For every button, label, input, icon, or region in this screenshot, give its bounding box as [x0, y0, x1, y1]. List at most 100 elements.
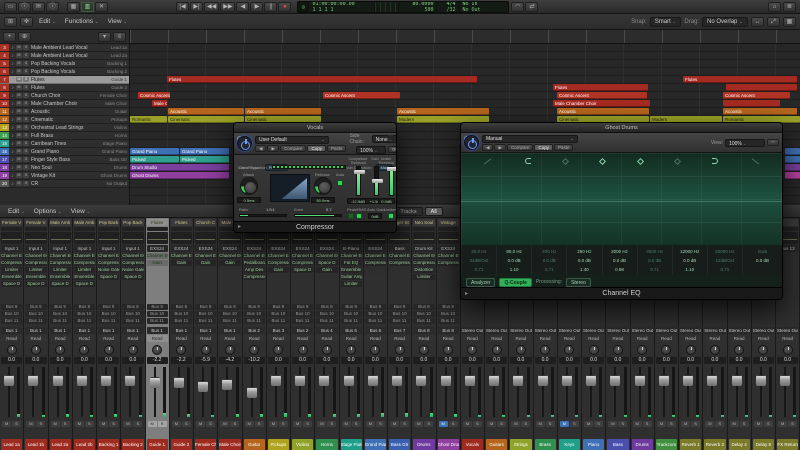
strip-eq-thumbnail[interactable] [243, 232, 265, 244]
fader-cap[interactable] [464, 374, 475, 386]
strip-setting-button[interactable]: Pop Back [98, 219, 120, 226]
fader-cap[interactable] [343, 374, 354, 386]
strip-output-slot[interactable]: Stereo Out [534, 327, 556, 334]
region[interactable] [785, 148, 800, 155]
arrange-menu[interactable]: View [105, 17, 131, 26]
eq-graph[interactable] [461, 153, 782, 245]
track-sort-icon[interactable]: ≡ [113, 31, 126, 42]
strip-output-slot[interactable]: Bus 5 [340, 327, 362, 334]
region[interactable] [785, 156, 800, 163]
strip-plugin-slot[interactable]: Space D [316, 260, 338, 266]
strip-volume-value[interactable]: 0.0 [655, 357, 677, 364]
strip-volume-value[interactable]: 0.0 [728, 357, 750, 364]
strip-send-slot[interactable]: Bus 11 [316, 318, 338, 324]
strip-name[interactable]: Keys [558, 439, 580, 450]
strip-fader[interactable] [74, 365, 95, 419]
region[interactable]: Romantic [130, 116, 167, 123]
track-mute-button[interactable]: M [16, 109, 22, 114]
mute-button[interactable]: M [462, 420, 472, 427]
strip-pan-knob[interactable] [559, 343, 580, 357]
strip-input-slot[interactable]: Drum Kit [413, 245, 435, 252]
band-gain[interactable]: 24dB/Oct [462, 256, 496, 265]
band-frequency[interactable]: 20.0 Hz [462, 247, 496, 256]
strip-eq-thumbnail[interactable] [292, 232, 314, 244]
track-solo-button[interactable]: S [23, 93, 29, 98]
band-gain[interactable]: 0.0 dB [532, 256, 566, 265]
strip-send-slot[interactable]: Bus 11 [195, 318, 217, 324]
track-mute-button[interactable]: M [16, 53, 22, 58]
q-couple-button[interactable]: Q-Couple [499, 277, 532, 287]
analyzer-button[interactable]: Analyzer [466, 277, 496, 287]
strip-volume-value[interactable]: -10.2 [243, 357, 265, 364]
lcd-signature[interactable]: 4/4 /32 [436, 1, 458, 12]
strip-pan-knob[interactable] [195, 343, 216, 357]
strip-name[interactable]: Guitar [243, 439, 265, 450]
strip-output-slot[interactable]: Bus 1 [49, 327, 71, 334]
strip-plugin-slot[interactable]: Limiter [49, 267, 71, 273]
strip-name[interactable]: Lead 1b [25, 439, 47, 450]
band-q[interactable]: 0.71 [708, 265, 742, 274]
strip-setting-button[interactable]: Vintage [437, 219, 459, 226]
track-row[interactable]: 19 ♪ M S Vintage Kit Ghost Drums [0, 172, 129, 180]
strip-send-slot[interactable]: Bus 10 [195, 311, 217, 317]
strip-send-slot[interactable]: Bus 9 [146, 304, 168, 310]
mute-button[interactable]: M [438, 420, 448, 427]
transport-button[interactable]: ● [278, 1, 292, 12]
duplicate-track-button[interactable]: ⊕ [18, 31, 31, 42]
fader-cap[interactable] [198, 381, 208, 392]
band-frequency[interactable]: 200 Hz [532, 247, 566, 256]
strip-name[interactable]: Vocals [461, 439, 483, 450]
fader-cap[interactable] [731, 374, 742, 386]
arrange-menu[interactable]: Functions [62, 17, 102, 26]
eq-title-bar[interactable]: Ghost Drums [461, 123, 782, 133]
eq-band-shape-icon[interactable] [599, 157, 607, 165]
track-name[interactable]: Male Chamber Choir [31, 101, 105, 107]
mute-button[interactable]: M [681, 420, 691, 427]
solo-button[interactable]: S [12, 420, 22, 427]
strip-input-slot[interactable]: Input 1 [25, 245, 47, 252]
track-mute-button[interactable]: M [16, 61, 22, 66]
strip-fader[interactable] [316, 365, 337, 419]
strip-send-slot[interactable]: Bus 9 [267, 304, 289, 310]
strip-output-slot[interactable]: Bus 6 [364, 327, 386, 334]
solo-button[interactable]: S [375, 420, 385, 427]
strip-automation-mode[interactable]: Read [534, 335, 556, 342]
eq-band-values[interactable]: 80.0 Hz 0.0 dB 1.10 [496, 245, 531, 275]
fader-cap[interactable] [537, 374, 548, 386]
mixer-menu[interactable]: Options [31, 207, 65, 216]
strip-fader[interactable] [535, 365, 556, 419]
fader-cap[interactable] [367, 374, 378, 386]
strip-plugin-slot[interactable]: Space D [98, 274, 120, 280]
strip-pan-knob[interactable] [122, 343, 143, 357]
lcd-tempo[interactable]: 80.0000 500 [398, 1, 436, 12]
strip-eq-thumbnail[interactable] [267, 232, 289, 244]
strip-automation-mode[interactable]: Read [607, 335, 629, 342]
strip-pan-knob[interactable] [656, 343, 677, 357]
preset-menu[interactable]: User Default ⌄ [255, 135, 329, 144]
fader-cap[interactable] [780, 374, 790, 386]
strip-eq-thumbnail[interactable] [316, 232, 338, 244]
strip-plugin-slot[interactable]: Compressor [98, 260, 120, 266]
solo-button[interactable]: S [521, 420, 531, 427]
rms-led[interactable] [356, 213, 362, 219]
mute-button[interactable]: M [705, 420, 715, 427]
mute-button[interactable]: M [365, 420, 375, 427]
band-q[interactable]: 0.71 [462, 265, 496, 274]
solo-button[interactable]: S [303, 420, 313, 427]
strip-pan-knob[interactable] [486, 343, 507, 357]
strip-volume-value[interactable]: 0.0 [49, 357, 71, 364]
strip-eq-thumbnail[interactable] [170, 232, 192, 244]
strip-output-slot[interactable]: Bus 1 [1, 327, 23, 334]
master-icon-button[interactable]: ⌂ [768, 1, 781, 12]
paste-button[interactable]: Paste [553, 143, 574, 151]
toolbar-icon-button[interactable]: ▭ [4, 1, 17, 12]
strip-plugin-slot[interactable]: Compressor [49, 260, 71, 266]
cycle-icon-button[interactable]: ◠ [511, 1, 525, 12]
strip-plugin-slot[interactable]: Space D [49, 281, 71, 287]
strip-input-slot[interactable]: Input 1 [122, 245, 144, 252]
strip-send-slot[interactable]: Bus 9 [73, 304, 95, 310]
fader-cap[interactable] [658, 374, 669, 386]
track-solo-button[interactable]: S [23, 181, 29, 186]
eq-band-shape-icon[interactable] [483, 157, 492, 165]
strip-name[interactable]: Stage Piano [340, 439, 362, 450]
